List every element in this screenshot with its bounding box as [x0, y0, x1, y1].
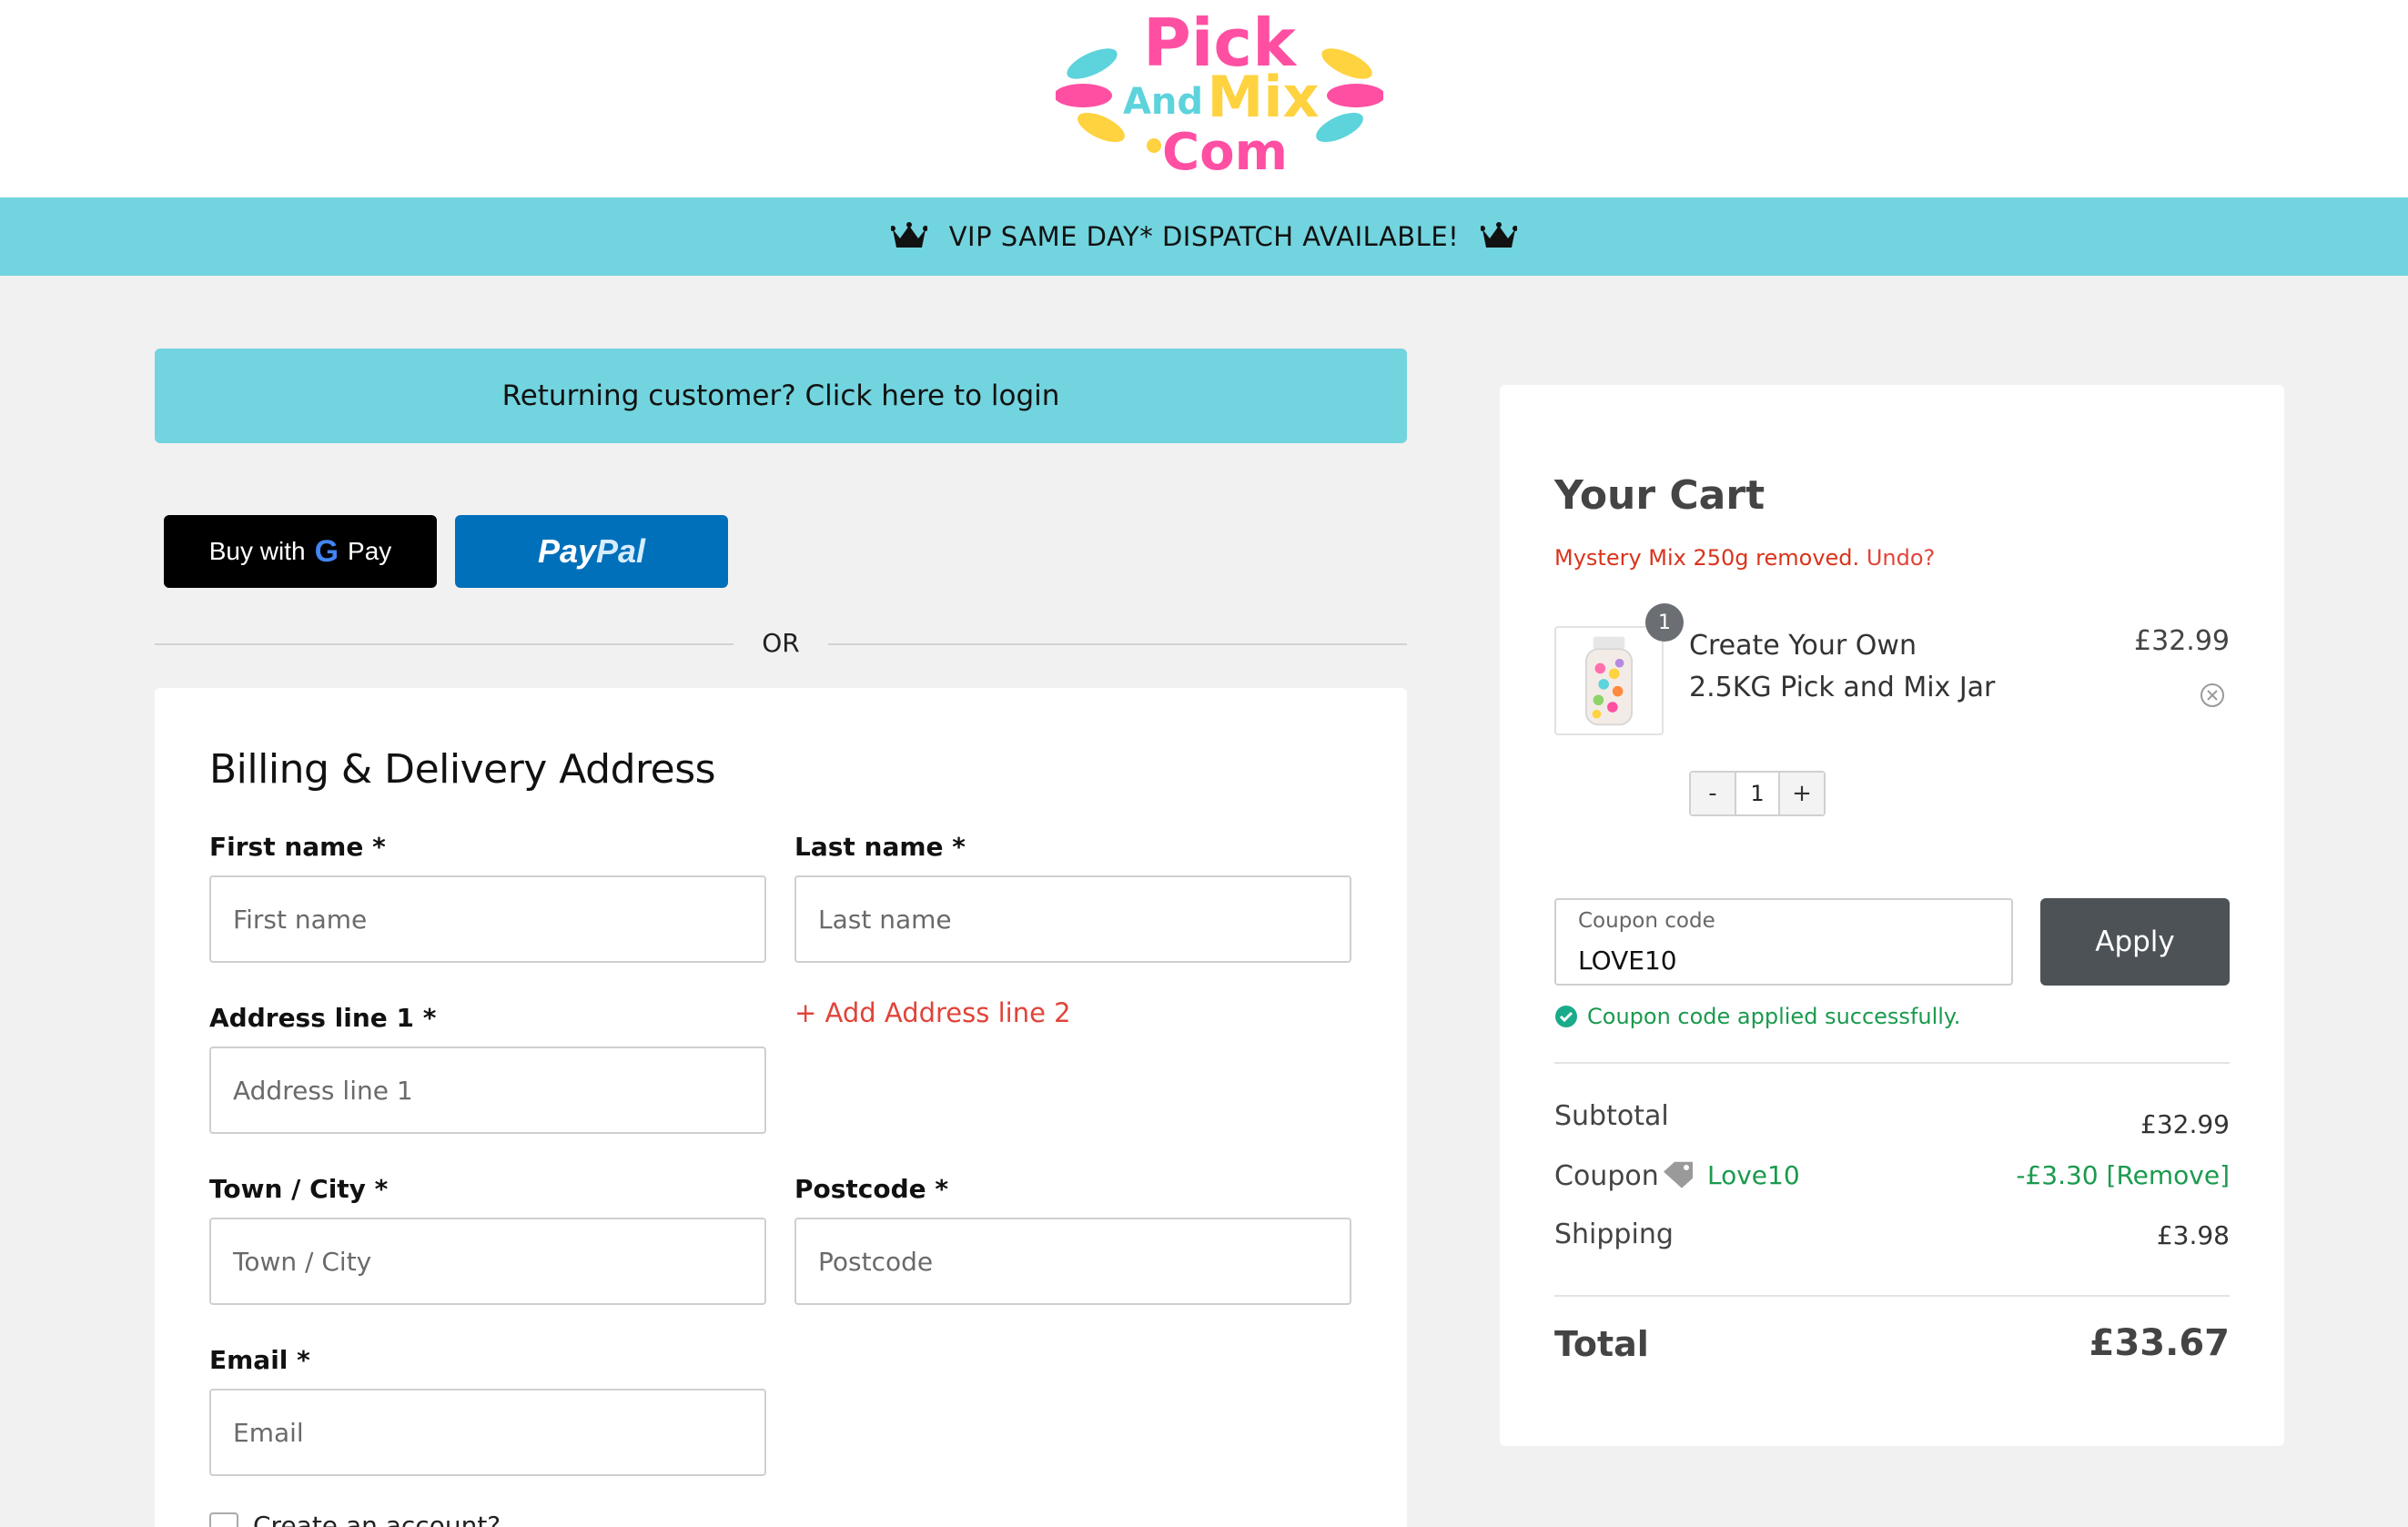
subtotal-value: £32.99: [2140, 1109, 2230, 1139]
google-g-icon: G: [314, 533, 339, 569]
returning-customer-login-link[interactable]: Returning customer? Click here to login: [155, 349, 1407, 443]
increase-quantity-button[interactable]: +: [1780, 773, 1824, 814]
product-name: Create Your Own 2.5KG Pick and Mix Jar: [1689, 630, 1996, 703]
divider-line: [828, 643, 1407, 645]
gpay-suffix: Pay: [348, 537, 392, 565]
item-removed-notice: Mystery Mix 250g removed. Undo?: [1554, 545, 1935, 571]
cart-summary: Your Cart Mystery Mix 250g removed. Undo…: [1500, 385, 2284, 1446]
crown-icon: [1481, 222, 1518, 248]
gpay-prefix: Buy with: [208, 537, 306, 565]
paypal-pay: Pay: [537, 532, 596, 570]
remove-item-icon[interactable]: [2199, 682, 2226, 709]
billing-address-form: Billing & Delivery Address First name * …: [155, 688, 1407, 1527]
coupon-success-message: Coupon code applied successfully.: [1554, 1004, 1960, 1029]
tag-icon: [1664, 1161, 1693, 1188]
create-account-label: Create an account?: [253, 1511, 501, 1527]
removed-notice-text: Mystery Mix 250g removed.: [1554, 545, 1860, 571]
site-header: Pick And Mix Com: [0, 0, 2408, 197]
logo-mix-text: Mix: [1208, 64, 1320, 130]
pickandmix-logo[interactable]: Pick And Mix Com: [1056, 0, 1383, 182]
email-label: Email *: [209, 1345, 310, 1375]
divider-line: [1554, 1062, 2230, 1064]
last-name-label: Last name *: [794, 832, 966, 862]
product-thumbnail: [1554, 626, 1664, 735]
postcode-label: Postcode *: [794, 1174, 949, 1204]
last-name-input[interactable]: [794, 875, 1351, 963]
vip-dispatch-banner: VIP SAME DAY* DISPATCH AVAILABLE!: [0, 197, 2408, 276]
check-circle-icon: [1555, 1006, 1577, 1027]
total-label: Total: [1554, 1324, 1649, 1364]
logo-and-text: And: [1123, 81, 1203, 123]
decrease-quantity-button[interactable]: -: [1691, 773, 1735, 814]
quantity-stepper: - 1 +: [1689, 771, 1826, 816]
paypal-button[interactable]: Pay Pal: [455, 515, 728, 588]
address-line1-input[interactable]: [209, 1047, 766, 1134]
shipping-label: Shipping: [1554, 1219, 1674, 1250]
divider-line: [1554, 1295, 2230, 1297]
billing-title: Billing & Delivery Address: [209, 746, 716, 793]
total-value: £33.67: [2089, 1322, 2230, 1364]
sweet-jar-icon: [1584, 636, 1634, 726]
postcode-input[interactable]: [794, 1218, 1351, 1305]
undo-link[interactable]: Undo?: [1867, 545, 1935, 571]
address-line1-label: Address line 1 *: [209, 1003, 437, 1033]
product-price: £32.99: [2134, 625, 2230, 657]
coupon-code-field[interactable]: Coupon code: [1554, 898, 2013, 986]
coupon-code-input[interactable]: [1578, 946, 1978, 976]
quantity-badge: 1: [1645, 603, 1684, 642]
add-address-line2-link[interactable]: + Add Address line 2: [794, 997, 1071, 1028]
google-pay-button[interactable]: Buy with G Pay: [164, 515, 437, 588]
first-name-input[interactable]: [209, 875, 766, 963]
quantity-value[interactable]: 1: [1735, 773, 1780, 814]
email-input[interactable]: [209, 1389, 766, 1476]
applied-coupon-code: Love10: [1707, 1160, 1800, 1190]
coupon-code-label: Coupon code: [1578, 909, 1715, 933]
cart-title: Your Cart: [1554, 472, 1766, 519]
town-city-label: Town / City *: [209, 1174, 389, 1204]
subtotal-label: Subtotal: [1554, 1100, 1669, 1132]
logo-com-text: Com: [1162, 123, 1288, 182]
vip-banner-text: VIP SAME DAY* DISPATCH AVAILABLE!: [948, 221, 1460, 252]
crown-icon: [890, 222, 927, 248]
remove-coupon-link[interactable]: [Remove]: [2107, 1160, 2230, 1190]
first-name-label: First name *: [209, 832, 386, 862]
coupon-success-text: Coupon code applied successfully.: [1587, 1004, 1961, 1029]
paypal-pal: Pal: [596, 532, 646, 570]
create-account-checkbox[interactable]: [209, 1512, 238, 1527]
coupon-discount-value: -£3.30: [2016, 1160, 2099, 1190]
apply-coupon-button[interactable]: Apply: [2040, 898, 2230, 986]
town-city-input[interactable]: [209, 1218, 766, 1305]
coupon-line-label: Coupon: [1554, 1160, 1659, 1192]
or-divider: OR: [155, 626, 1407, 662]
coupon-discount: -£3.30 [Remove]: [2016, 1160, 2230, 1190]
shipping-value: £3.98: [2156, 1220, 2230, 1250]
